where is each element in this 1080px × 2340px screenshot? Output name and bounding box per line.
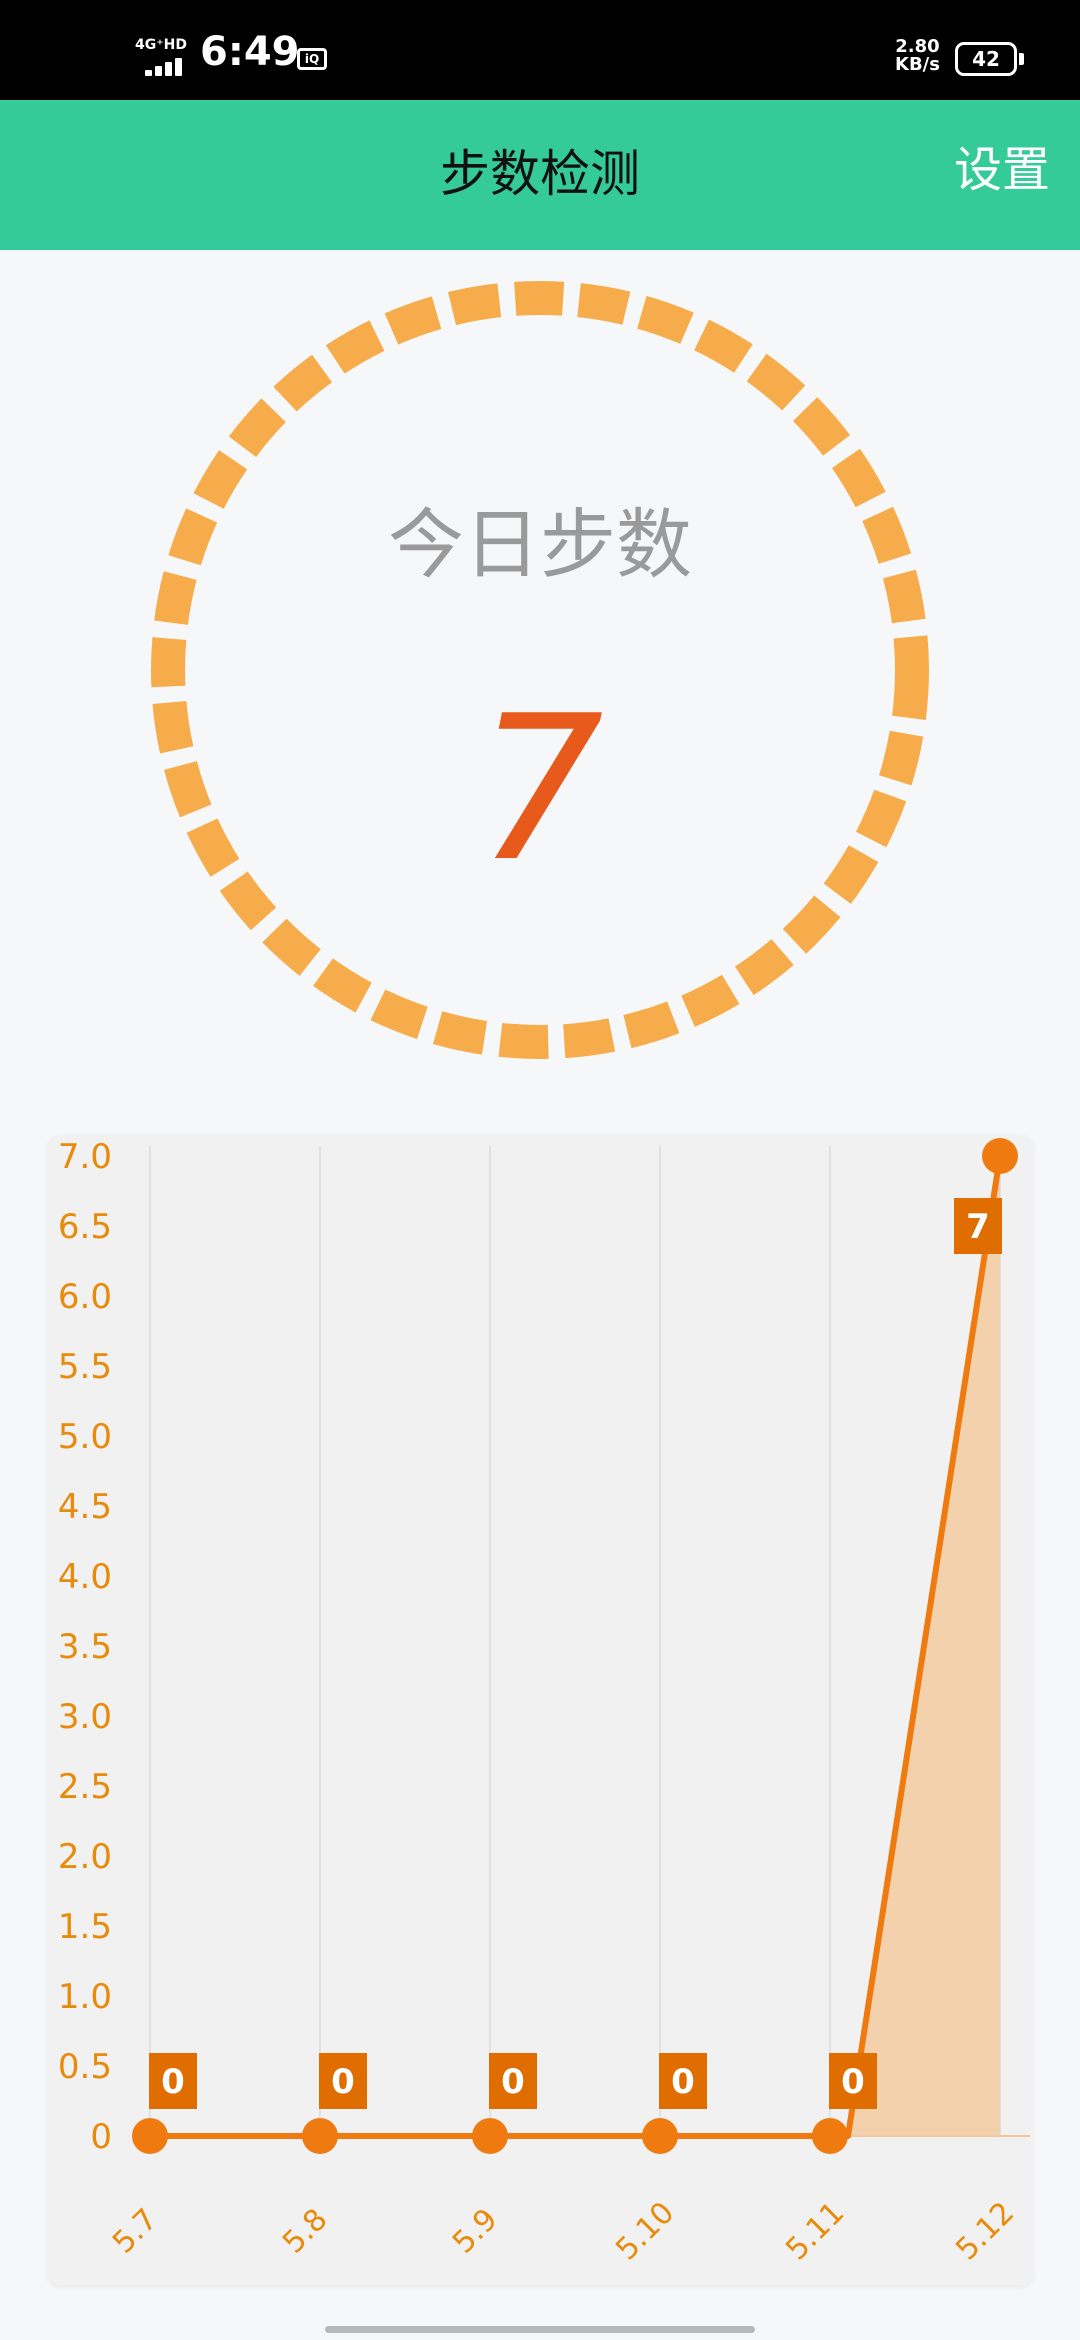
battery-tip [1019, 53, 1024, 65]
app-bar: 步数检测 设置 [0, 100, 1080, 250]
settings-button[interactable]: 设置 [954, 140, 1050, 200]
steps-chart-card [48, 1135, 1033, 2285]
signal-icon [145, 58, 189, 76]
iqiyi-notification-icon: iQ [297, 48, 327, 70]
today-steps-label: 今日步数 [388, 500, 692, 589]
home-indicator[interactable] [325, 2326, 755, 2333]
step-ring-dashes [151, 281, 929, 1059]
status-bar: 4G⁺HD 6:49 iQ 2.80 KB/s 42 [0, 0, 1080, 100]
network-speed: 2.80 KB/s [895, 38, 940, 74]
page-title: 步数检测 [440, 145, 640, 203]
clock: 6:49 [200, 29, 300, 75]
step-ring [151, 281, 929, 1059]
today-steps-value: 7 [476, 673, 604, 906]
battery-icon: 42 [955, 42, 1017, 76]
network-speed-unit: KB/s [895, 54, 940, 75]
network-indicator: 4G⁺HD [135, 37, 187, 53]
